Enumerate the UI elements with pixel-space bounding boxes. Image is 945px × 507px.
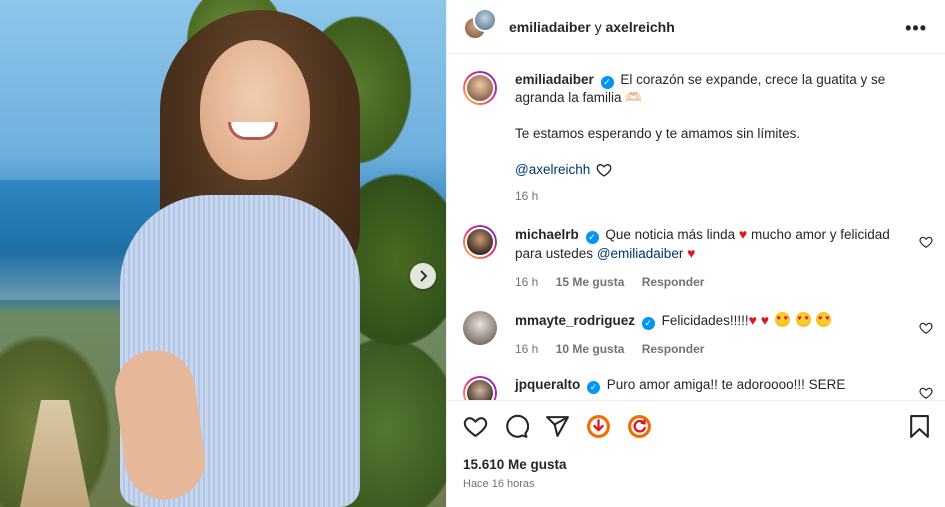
comment-text: Que noticia más linda [605,227,736,242]
heart-outline-icon[interactable] [596,162,612,178]
caption-body: emiliadaiber ✓ El corazón se expande, cr… [515,71,915,205]
heart-outline-icon[interactable] [919,235,933,249]
comment-time: 16 h [515,275,539,289]
repost-icon[interactable] [627,414,652,439]
reply-button[interactable]: Responder [642,275,705,289]
caption-text-2: Te estamos esperando y te amamos sin lím… [515,126,801,141]
post-header: emiliadaiber y axelreichh ••• [447,0,945,54]
more-options-icon[interactable]: ••• [905,18,927,39]
author-link[interactable]: emiliadaiber [509,19,591,35]
collab-avatars[interactable] [463,7,497,44]
share-icon[interactable] [545,414,570,439]
heart-eyes-emoji-icon [795,312,811,327]
author-link[interactable]: axelreichh [605,19,674,35]
action-buttons [463,414,652,439]
comment-time: 16 h [515,342,539,356]
post-time: Hace 16 horas [463,478,535,490]
comment-body: michaelrb ✓ Que noticia más linda ♥ much… [515,225,915,291]
tag-mention[interactable]: @axelreichh [515,161,590,179]
instagram-post: emiliadaiber y axelreichh ••• emiliadaib… [0,0,945,507]
red-heart-icon: ♥ [687,245,696,261]
comment-likes[interactable]: 10 Me gusta [556,342,625,356]
username-link[interactable]: mmayte_rodriguez [515,313,635,328]
comments-list[interactable]: emiliadaiber ✓ El corazón se expande, cr… [447,55,945,400]
heart-icon[interactable] [463,414,488,439]
username-link[interactable]: michaelrb [515,227,579,242]
verified-badge-icon: ✓ [585,231,599,244]
bookmark-icon[interactable] [907,414,932,439]
red-heart-icon: ♥ [748,312,757,328]
verified-badge-icon: ✓ [587,381,601,394]
download-icon[interactable] [586,414,611,439]
heart-eyes-emoji-icon [816,312,832,327]
next-slide-button[interactable] [410,263,436,289]
verified-badge-icon: ✓ [600,76,614,89]
avatar[interactable] [463,71,497,105]
comment-body: jpqueralto ✓ Puro amor amiga!! te adoroo… [515,376,915,394]
comment-mention[interactable]: @emiliadaiber [597,246,684,261]
red-heart-icon: ♥ [738,226,748,242]
avatar[interactable] [463,311,497,345]
post-sidebar: emiliadaiber y axelreichh ••• emiliadaib… [446,0,945,507]
username-link[interactable]: emiliadaiber [515,72,594,87]
red-heart-icon: ♥ [760,312,770,328]
comment-likes[interactable]: 15 Me gusta [556,275,625,289]
caption-time: 16 h [515,189,539,203]
author-separator: y [594,18,602,35]
reply-button[interactable]: Responder [642,342,705,356]
verified-badge-icon: ✓ [641,317,655,330]
post-photo[interactable] [0,0,446,507]
comment-icon[interactable] [504,414,529,439]
comment-text: Puro amor amiga!! te adoroooo!!! SERE [606,377,846,392]
heart-outline-icon[interactable] [919,386,933,400]
avatar[interactable] [463,225,497,259]
username-link[interactable]: jpqueralto [515,377,580,392]
post-actions: 15.610 Me gusta Hace 16 horas [447,400,945,507]
comment-body: mmayte_rodriguez ✓ Felicidades!!!!!♥ ♥ 1… [515,311,915,358]
heart-outline-icon[interactable] [919,321,933,335]
avatar[interactable] [463,376,497,400]
post-authors: emiliadaiber y axelreichh [509,19,675,35]
likes-count[interactable]: 15.610 Me gusta [463,457,567,472]
heart-eyes-emoji-icon [774,312,790,327]
comment-text: Felicidades!!!!! [661,313,749,328]
chevron-right-icon [420,270,428,282]
photo-face [200,40,310,180]
avatar [473,7,497,32]
